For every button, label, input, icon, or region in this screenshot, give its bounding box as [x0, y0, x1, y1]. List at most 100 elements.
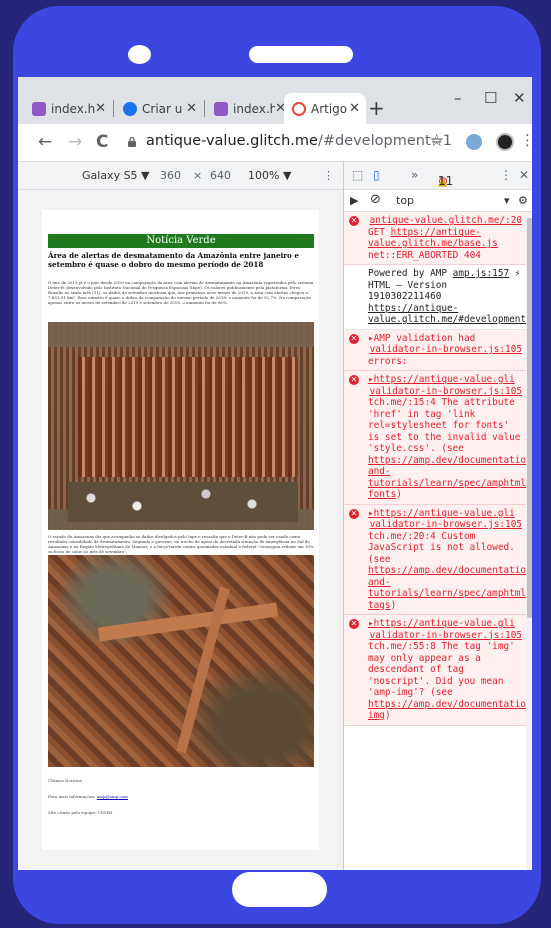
- execution-context-icon[interactable]: ▶: [350, 194, 358, 207]
- device-select[interactable]: Galaxy S5 ▼: [82, 169, 150, 182]
- console-error: ✕ ▸AMP validation had validator-in-brows…: [344, 329, 526, 371]
- dimension-separator: ×: [193, 169, 203, 182]
- forward-button[interactable]: →: [68, 132, 82, 152]
- tab-criar[interactable]: Criar u ✕: [115, 93, 203, 124]
- photo-trucks: [68, 482, 298, 522]
- device-options-button[interactable]: ⋮: [323, 169, 334, 182]
- tab-index-2[interactable]: index.h ✕: [206, 93, 292, 124]
- tab-index-1[interactable]: index.h ✕: [24, 93, 112, 124]
- amp-icon: [292, 101, 306, 116]
- devtools-panel: ⬚ ▯ » ⊗ 11 ▲ 1 ⋮ ✕ ▶ ⊘ top ▾ ⚙ ✕ antique-v…: [343, 162, 532, 870]
- more-panels-button[interactable]: »: [411, 168, 418, 182]
- latest-news-label: Últimas Notícias: [48, 778, 82, 783]
- expand-message-toggle[interactable]: ▸https://antique-value.gli: [368, 618, 515, 629]
- photo-road: [176, 586, 230, 754]
- home-button[interactable]: [232, 872, 327, 907]
- message-text: tch.me/:20:4 Custom JavaScript is not al…: [368, 530, 515, 565]
- expand-message-toggle[interactable]: ▸https://antique-value.gli: [368, 374, 515, 385]
- expand-message-toggle[interactable]: ▸AMP validation had: [368, 333, 475, 344]
- url-host: antique-value.glitch.me: [146, 133, 318, 149]
- close-icon[interactable]: ✕: [186, 101, 197, 116]
- device-viewport: Galaxy S5 ▼ 360 × 640 100% ▼ ⋮ Notícia V…: [18, 162, 343, 870]
- article-paragraph: O ano de 2019 já é o pior desde 2016 na …: [48, 280, 314, 305]
- message-text: tch.me/:15:4 The attribute 'href' in tag…: [368, 397, 521, 454]
- new-tab-button[interactable]: +: [368, 96, 385, 120]
- tab-bar: index.h ✕ Criar u ✕ index.h ✕ Artigo ✕ +…: [18, 77, 532, 124]
- context-select[interactable]: top: [396, 194, 414, 207]
- device-toolbar: Galaxy S5 ▼ 360 × 640 100% ▼ ⋮: [18, 162, 343, 190]
- contact-link[interactable]: amp@amp.com: [97, 794, 128, 799]
- message-source-link[interactable]: validator-in-browser.js:105: [368, 519, 522, 531]
- minimize-button[interactable]: –: [454, 89, 462, 107]
- message-source-link[interactable]: validator-in-browser.js:105: [368, 386, 522, 398]
- article-paragraph: O estado do Amazonas diz que acompanha o…: [48, 534, 314, 554]
- device-mode-icon[interactable]: ▯: [373, 168, 380, 182]
- message-text: ): [396, 489, 402, 500]
- tab-divider: [204, 100, 205, 117]
- clear-console-icon[interactable]: ⊘: [370, 192, 381, 207]
- console-filter-bar: ▶ ⊘ top ▾ ⚙: [344, 190, 532, 212]
- console-messages: ✕ antique-value.glitch.me/:20 GET https:…: [344, 212, 526, 870]
- log-yard-aerial-photo: [48, 322, 314, 530]
- devtools-menu-button[interactable]: ⋮: [500, 168, 512, 182]
- tab-title: index.h: [51, 101, 96, 116]
- gear-icon[interactable]: ⚙: [518, 194, 528, 207]
- console-error: ✕ ▸https://antique-value.gli validator-i…: [344, 504, 526, 615]
- device-width-input[interactable]: 360: [160, 169, 181, 182]
- address-bar: ← → C antique-value.glitch.me/#developme…: [18, 124, 532, 162]
- profile-avatar[interactable]: [496, 133, 514, 151]
- scrollbar-thumb[interactable]: [527, 218, 532, 618]
- error-icon: ✕: [349, 375, 359, 385]
- chevron-down-icon[interactable]: ▾: [504, 194, 510, 207]
- warning-count: 1: [438, 174, 446, 188]
- zoom-select[interactable]: 100% ▼: [248, 169, 291, 182]
- message-source-link[interactable]: validator-in-browser.js:105: [368, 630, 522, 642]
- message-link[interactable]: https://antique-value.glitch.me/#develop…: [368, 303, 526, 326]
- expand-message-toggle[interactable]: ▸https://antique-value.gli: [368, 508, 515, 519]
- console-scrollbar[interactable]: [526, 212, 532, 870]
- message-text: Powered by AMP: [368, 268, 453, 279]
- back-button[interactable]: ←: [38, 132, 52, 152]
- console-error: ✕ antique-value.glitch.me/:20 GET https:…: [344, 212, 526, 265]
- browser-window: index.h ✕ Criar u ✕ index.h ✕ Artigo ✕ +…: [18, 77, 532, 870]
- deforestation-aerial-photo: [48, 555, 314, 767]
- site-banner: Notícia Verde: [48, 234, 314, 248]
- message-text: net::ERR_ABORTED 404: [368, 249, 481, 261]
- photo-road: [97, 602, 279, 642]
- message-link[interactable]: https://amp.dev/documentation/components…: [368, 699, 526, 722]
- tab-title: Criar u: [142, 101, 183, 116]
- error-icon: ✕: [349, 333, 359, 344]
- message-source-link[interactable]: antique-value.glitch.me/:20: [368, 215, 522, 227]
- site-credit: Site criado pela equipe: CDVIM: [48, 810, 113, 815]
- message-source-link[interactable]: validator-in-browser.js:105: [368, 344, 522, 356]
- reload-button[interactable]: C: [96, 132, 108, 152]
- close-window-button[interactable]: ✕: [513, 89, 526, 107]
- message-text: GET: [368, 226, 391, 238]
- speaker-grille: [249, 46, 353, 63]
- maximize-button[interactable]: ☐: [484, 89, 497, 107]
- url-field[interactable]: antique-value.glitch.me/#development=1: [146, 133, 452, 149]
- inspect-element-icon[interactable]: ⬚: [352, 168, 363, 182]
- browser-menu-button[interactable]: ⋮: [520, 131, 532, 149]
- more-info-label: Para mais informações:: [48, 794, 97, 799]
- message-text: ): [384, 710, 391, 721]
- close-icon[interactable]: ✕: [95, 101, 106, 116]
- tab-title: index.h: [233, 101, 276, 116]
- bookmark-star-icon[interactable]: ☆: [429, 131, 444, 151]
- console-error: ✕ ▸https://antique-value.gli validator-i…: [344, 371, 526, 505]
- tab-artigo[interactable]: Artigo ✕: [284, 93, 366, 124]
- message-text: ): [390, 599, 397, 611]
- device-height-input[interactable]: 640: [210, 169, 231, 182]
- extension-icon[interactable]: [466, 134, 482, 150]
- photo-logs: [78, 357, 298, 477]
- close-devtools-button[interactable]: ✕: [519, 168, 529, 182]
- glitch-icon: [214, 101, 228, 116]
- more-info-line: Para mais informações: amp@amp.com: [48, 794, 128, 799]
- message-link[interactable]: https://amp.dev/documentation/guides-and…: [368, 455, 526, 501]
- viewport-scrollbar[interactable]: [336, 190, 343, 870]
- error-icon: ✕: [349, 619, 359, 629]
- app-icon: [123, 101, 137, 116]
- close-icon[interactable]: ✕: [349, 101, 360, 116]
- console-info: Powered by AMP amp.js:157 ⚡ HTML – Versi…: [344, 265, 526, 330]
- message-source-link[interactable]: amp.js:157: [453, 268, 509, 279]
